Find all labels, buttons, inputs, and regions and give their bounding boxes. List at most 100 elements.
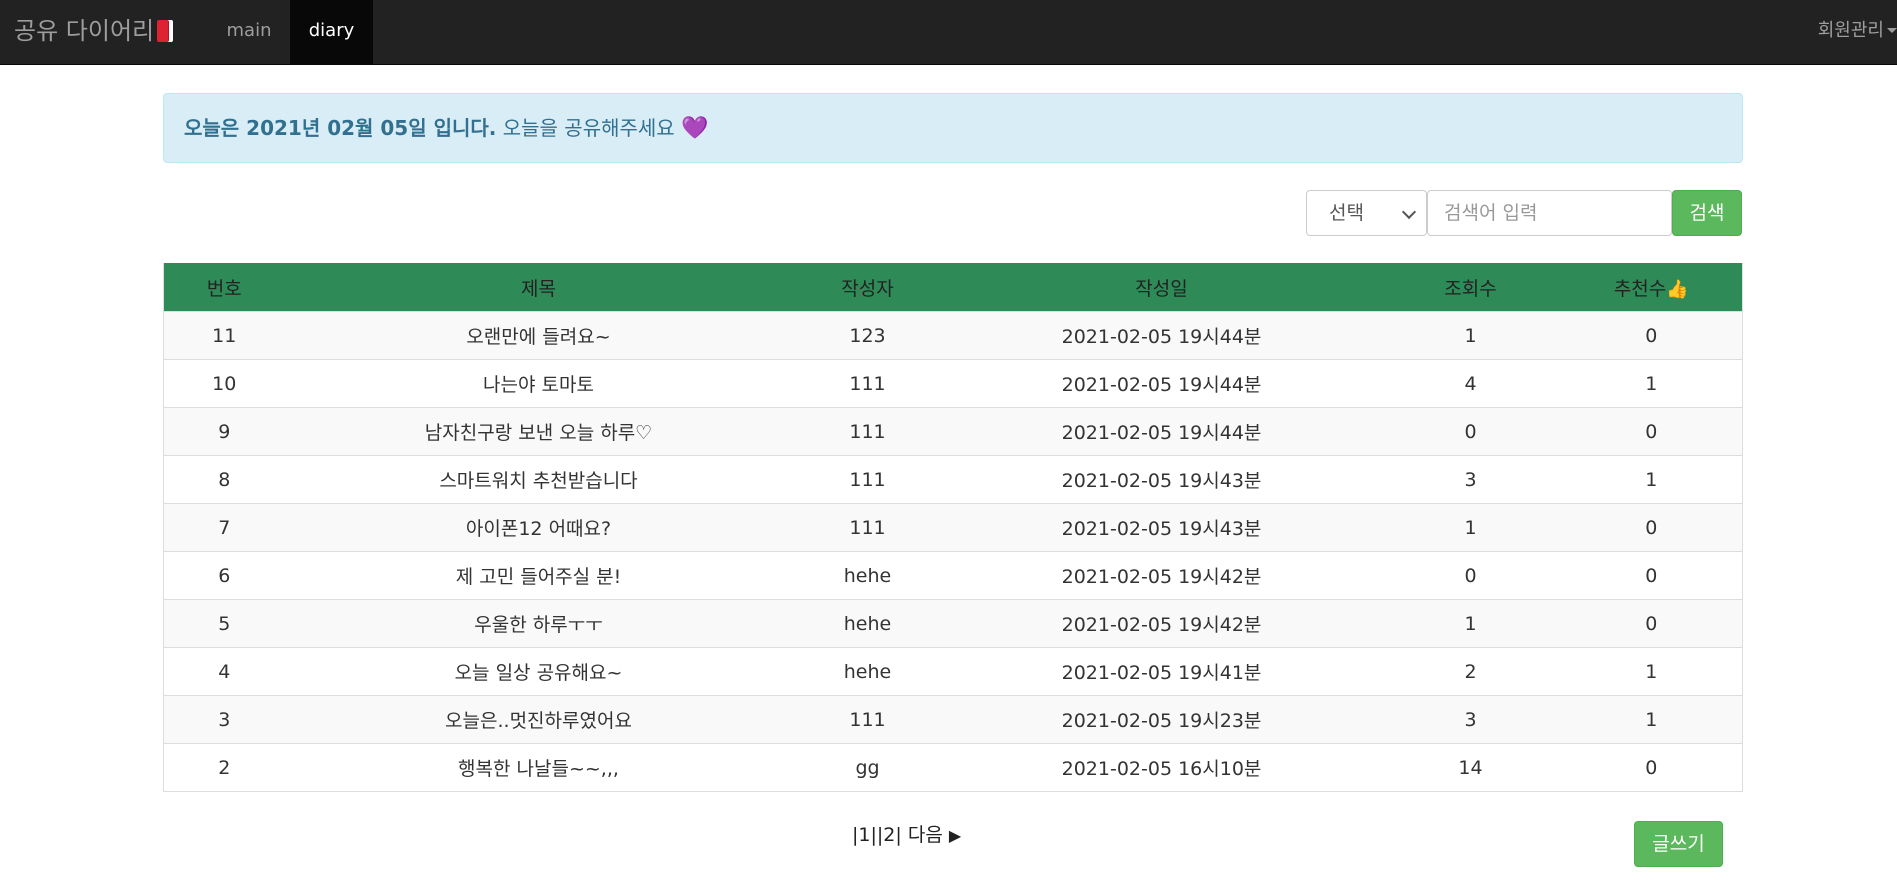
page-link-2[interactable]: |2| (877, 824, 902, 846)
table-row[interactable]: 3 오늘은..멋진하루였어요 111 2021-02-05 19시23분 3 1 (163, 695, 1743, 744)
chevron-down-icon (1401, 204, 1417, 220)
cell-likes: 0 (1560, 599, 1743, 648)
write-button[interactable]: 글쓰기 (1634, 821, 1723, 867)
cell-author: 111 (792, 455, 943, 504)
cell-number: 6 (163, 551, 285, 600)
header-views[interactable]: 조회수 (1380, 263, 1561, 312)
cell-title[interactable]: 오늘 일상 공유해요~ (284, 647, 793, 696)
thumbs-up-icon: 👍 (1666, 278, 1689, 300)
pagination: |1||2| 다음 ▶ (852, 820, 961, 850)
caret-down-icon (1887, 28, 1897, 33)
next-page-link[interactable]: 다음 ▶ (908, 824, 961, 846)
cell-likes: 0 (1560, 503, 1743, 552)
table-row[interactable]: 5 우울한 하루ㅜㅜ hehe 2021-02-05 19시42분 1 0 (163, 599, 1743, 648)
cell-number: 3 (163, 695, 285, 744)
brand-title: 공유 다이어리 (14, 17, 155, 45)
header-title[interactable]: 제목 (284, 263, 793, 312)
cell-number: 5 (163, 599, 285, 648)
nav-item-label: diary (308, 20, 355, 41)
search-type-select[interactable]: 선택 (1306, 190, 1427, 236)
cell-date: 2021-02-05 19시44분 (942, 311, 1381, 360)
table-row[interactable]: 11 오랜만에 들려요~ 123 2021-02-05 19시44분 1 0 (163, 311, 1743, 360)
cell-title[interactable]: 오랜만에 들려요~ (284, 311, 793, 360)
cell-number: 2 (163, 743, 285, 792)
member-dropdown-label: 회원관리 (1817, 20, 1884, 41)
cell-author: 111 (792, 695, 943, 744)
search-button-label: 검색 (1689, 202, 1725, 224)
cell-title[interactable]: 남자친구랑 보낸 오늘 하루♡ (284, 407, 793, 456)
cell-author: gg (792, 743, 943, 792)
cell-views: 2 (1380, 647, 1561, 696)
cell-title[interactable]: 오늘은..멋진하루였어요 (284, 695, 793, 744)
cell-number: 10 (163, 359, 285, 408)
table-row[interactable]: 2 행복한 나날들~~,,, gg 2021-02-05 16시10분 14 0 (163, 743, 1743, 792)
cell-date: 2021-02-05 19시42분 (942, 599, 1381, 648)
cell-number: 4 (163, 647, 285, 696)
cell-views: 14 (1380, 743, 1561, 792)
header-likes[interactable]: 추천수👍 (1560, 263, 1743, 312)
header-number[interactable]: 번호 (163, 263, 285, 312)
cell-likes: 1 (1560, 359, 1743, 408)
today-alert: 오늘은 2021년 02월 05일 입니다. 오늘을 공유해주세요 💜 (163, 93, 1743, 163)
cell-likes: 1 (1560, 455, 1743, 504)
cell-title[interactable]: 행복한 나날들~~,,, (284, 743, 793, 792)
search-button[interactable]: 검색 (1672, 190, 1742, 236)
cell-author: 123 (792, 311, 943, 360)
navbar: 공유 다이어리 main diary 회원관리 (0, 0, 1897, 65)
cell-date: 2021-02-05 19시44분 (942, 359, 1381, 408)
nav-item-label: main (226, 20, 272, 41)
cell-author: hehe (792, 551, 943, 600)
cell-likes: 1 (1560, 647, 1743, 696)
cell-views: 1 (1380, 599, 1561, 648)
cell-views: 3 (1380, 455, 1561, 504)
book-icon (157, 20, 174, 42)
cell-number: 7 (163, 503, 285, 552)
header-likes-label: 추천수 (1613, 277, 1667, 300)
cell-title[interactable]: 우울한 하루ㅜㅜ (284, 599, 793, 648)
table-row[interactable]: 6 제 고민 들어주실 분! hehe 2021-02-05 19시42분 0 … (163, 551, 1743, 600)
search-type-value: 선택 (1329, 202, 1364, 224)
member-dropdown[interactable]: 회원관리 (1818, 0, 1897, 64)
cell-likes: 0 (1560, 551, 1743, 600)
table-row[interactable]: 7 아이폰12 어때요? 111 2021-02-05 19시43분 1 0 (163, 503, 1743, 552)
cell-title[interactable]: 나는야 토마토 (284, 359, 793, 408)
today-date-text: 오늘은 2021년 02월 05일 입니다. (184, 116, 497, 140)
cell-author: 111 (792, 407, 943, 456)
cell-views: 1 (1380, 311, 1561, 360)
cell-date: 2021-02-05 19시44분 (942, 407, 1381, 456)
cell-date: 2021-02-05 19시43분 (942, 503, 1381, 552)
table-row[interactable]: 10 나는야 토마토 111 2021-02-05 19시44분 4 1 (163, 359, 1743, 408)
play-arrow-icon: ▶ (948, 826, 962, 845)
cell-author: 111 (792, 503, 943, 552)
cell-number: 9 (163, 407, 285, 456)
header-date[interactable]: 작성일 (942, 263, 1381, 312)
cell-title[interactable]: 아이폰12 어때요? (284, 503, 793, 552)
diary-table: 번호 제목 작성자 작성일 조회수 추천수👍 11 오랜만에 들려요~ 123 … (163, 263, 1743, 792)
cell-number: 8 (163, 455, 285, 504)
nav-item-main[interactable]: main (208, 0, 290, 64)
table-row[interactable]: 9 남자친구랑 보낸 오늘 하루♡ 111 2021-02-05 19시44분 … (163, 407, 1743, 456)
cell-author: hehe (792, 647, 943, 696)
table-row[interactable]: 4 오늘 일상 공유해요~ hehe 2021-02-05 19시41분 2 1 (163, 647, 1743, 696)
table-header-row: 번호 제목 작성자 작성일 조회수 추천수👍 (163, 263, 1743, 312)
cell-title[interactable]: 제 고민 들어주실 분! (284, 551, 793, 600)
nav-item-diary[interactable]: diary (290, 0, 373, 64)
cell-views: 4 (1380, 359, 1561, 408)
cell-date: 2021-02-05 19시43분 (942, 455, 1381, 504)
cell-date: 2021-02-05 19시42분 (942, 551, 1381, 600)
cell-date: 2021-02-05 19시41분 (942, 647, 1381, 696)
brand[interactable]: 공유 다이어리 (14, 0, 174, 64)
page-link-1[interactable]: |1| (852, 824, 877, 846)
cell-views: 0 (1380, 407, 1561, 456)
cell-likes: 0 (1560, 407, 1743, 456)
header-author[interactable]: 작성자 (792, 263, 943, 312)
next-page-label: 다음 (907, 824, 943, 846)
search-input[interactable] (1427, 190, 1672, 236)
cell-likes: 0 (1560, 311, 1743, 360)
share-message: 오늘을 공유해주세요 (502, 116, 675, 140)
cell-title[interactable]: 스마트워치 추천받습니다 (284, 455, 793, 504)
cell-number: 11 (163, 311, 285, 360)
heart-icon: 💜 (681, 116, 709, 141)
cell-author: hehe (792, 599, 943, 648)
table-row[interactable]: 8 스마트워치 추천받습니다 111 2021-02-05 19시43분 3 1 (163, 455, 1743, 504)
